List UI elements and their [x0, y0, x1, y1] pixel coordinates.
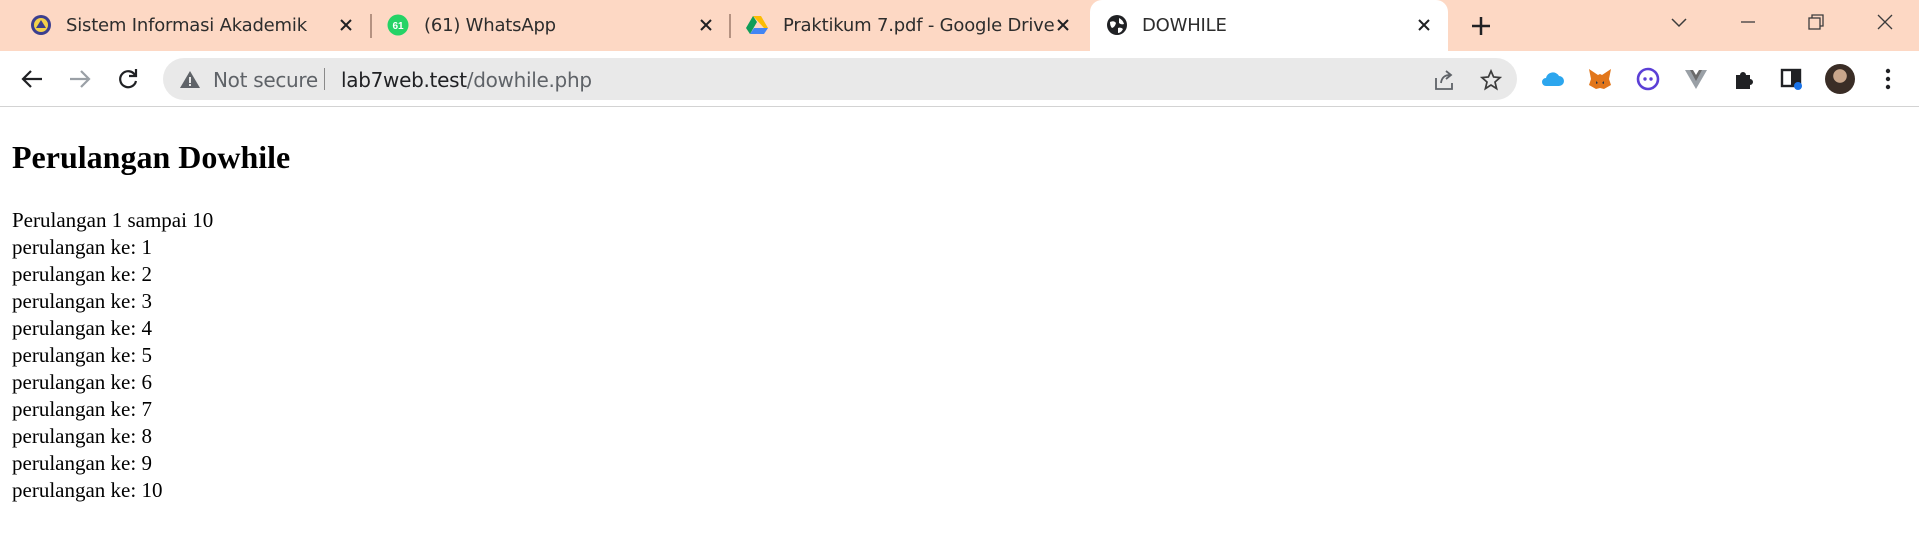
output-line: perulangan ke: 10	[12, 478, 163, 502]
bookmark-star-icon[interactable]	[1478, 67, 1504, 93]
security-status-label[interactable]: Not secure	[213, 68, 318, 92]
browser-toolbar: Not secure lab7web.test/dowhile.php	[0, 51, 1919, 107]
share-icon[interactable]	[1431, 67, 1457, 93]
address-bar[interactable]: Not secure lab7web.test/dowhile.php	[163, 58, 1517, 100]
avatar	[1825, 64, 1855, 94]
output-line: perulangan ke: 4	[12, 316, 152, 340]
forward-arrow-icon[interactable]	[65, 64, 95, 94]
vue-devtools-icon[interactable]	[1681, 64, 1711, 94]
not-secure-warning-icon[interactable]	[179, 69, 201, 89]
output-line: perulangan ke: 7	[12, 397, 152, 421]
chat-extension-icon[interactable]	[1633, 64, 1663, 94]
profile-avatar[interactable]	[1825, 64, 1855, 94]
tab-whatsapp[interactable]: 61 (61) WhatsApp	[372, 0, 730, 51]
close-tab-icon[interactable]	[694, 13, 718, 37]
minimize-icon[interactable]	[1733, 10, 1763, 34]
tab-strip: Sistem Informasi Akademik 61 (61) WhatsA…	[0, 0, 1919, 51]
side-panel-icon[interactable]	[1777, 64, 1807, 94]
tab-title: (61) WhatsApp	[424, 15, 556, 36]
cloud-extension-icon[interactable]	[1537, 64, 1567, 94]
omnibox-divider	[324, 68, 325, 90]
tab-google-drive[interactable]: Praktikum 7.pdf - Google Drive	[731, 0, 1087, 51]
tab-search-chevron-down-icon[interactable]	[1664, 10, 1694, 34]
close-tab-icon[interactable]	[1412, 13, 1436, 37]
new-tab-plus-icon[interactable]	[1468, 13, 1494, 39]
output-line: perulangan ke: 1	[12, 235, 152, 259]
extensions-puzzle-icon[interactable]	[1729, 64, 1759, 94]
back-arrow-icon[interactable]	[17, 64, 47, 94]
close-tab-icon[interactable]	[1051, 13, 1075, 37]
output-line: perulangan ke: 5	[12, 343, 152, 367]
page-content: Perulangan Dowhile Perulangan 1 sampai 1…	[12, 107, 1919, 540]
tab-title: Praktikum 7.pdf - Google Drive	[783, 15, 1055, 36]
tab-sistem-informasi-akademik[interactable]: Sistem Informasi Akademik	[0, 0, 370, 51]
tab-title: DOWHILE	[1142, 15, 1227, 36]
reload-icon[interactable]	[113, 64, 143, 94]
google-drive-icon	[746, 14, 768, 36]
restore-window-icon[interactable]	[1801, 10, 1831, 34]
output-line: Perulangan 1 sampai 10	[12, 208, 214, 232]
output-line: perulangan ke: 8	[12, 424, 152, 448]
url-text[interactable]: lab7web.test/dowhile.php	[341, 68, 592, 92]
tab-dowhile[interactable]: DOWHILE	[1090, 0, 1448, 51]
svg-text:61: 61	[392, 21, 404, 32]
close-window-icon[interactable]	[1870, 10, 1900, 34]
metamask-fox-icon[interactable]	[1585, 64, 1615, 94]
output-line: perulangan ke: 3	[12, 289, 152, 313]
output-line: perulangan ke: 2	[12, 262, 152, 286]
close-tab-icon[interactable]	[334, 13, 358, 37]
whatsapp-icon: 61	[387, 14, 409, 36]
globe-icon	[1106, 14, 1128, 36]
output-line: perulangan ke: 6	[12, 370, 152, 394]
page-heading: Perulangan Dowhile	[12, 139, 291, 175]
output-line: perulangan ke: 9	[12, 451, 152, 475]
url-host: lab7web.test	[341, 68, 467, 92]
university-seal-icon	[30, 14, 52, 36]
url-path: /dowhile.php	[466, 68, 592, 92]
tab-title: Sistem Informasi Akademik	[66, 15, 307, 36]
menu-kebab-icon[interactable]	[1873, 64, 1903, 94]
output-lines: Perulangan 1 sampai 10 perulangan ke: 1 …	[12, 207, 213, 504]
